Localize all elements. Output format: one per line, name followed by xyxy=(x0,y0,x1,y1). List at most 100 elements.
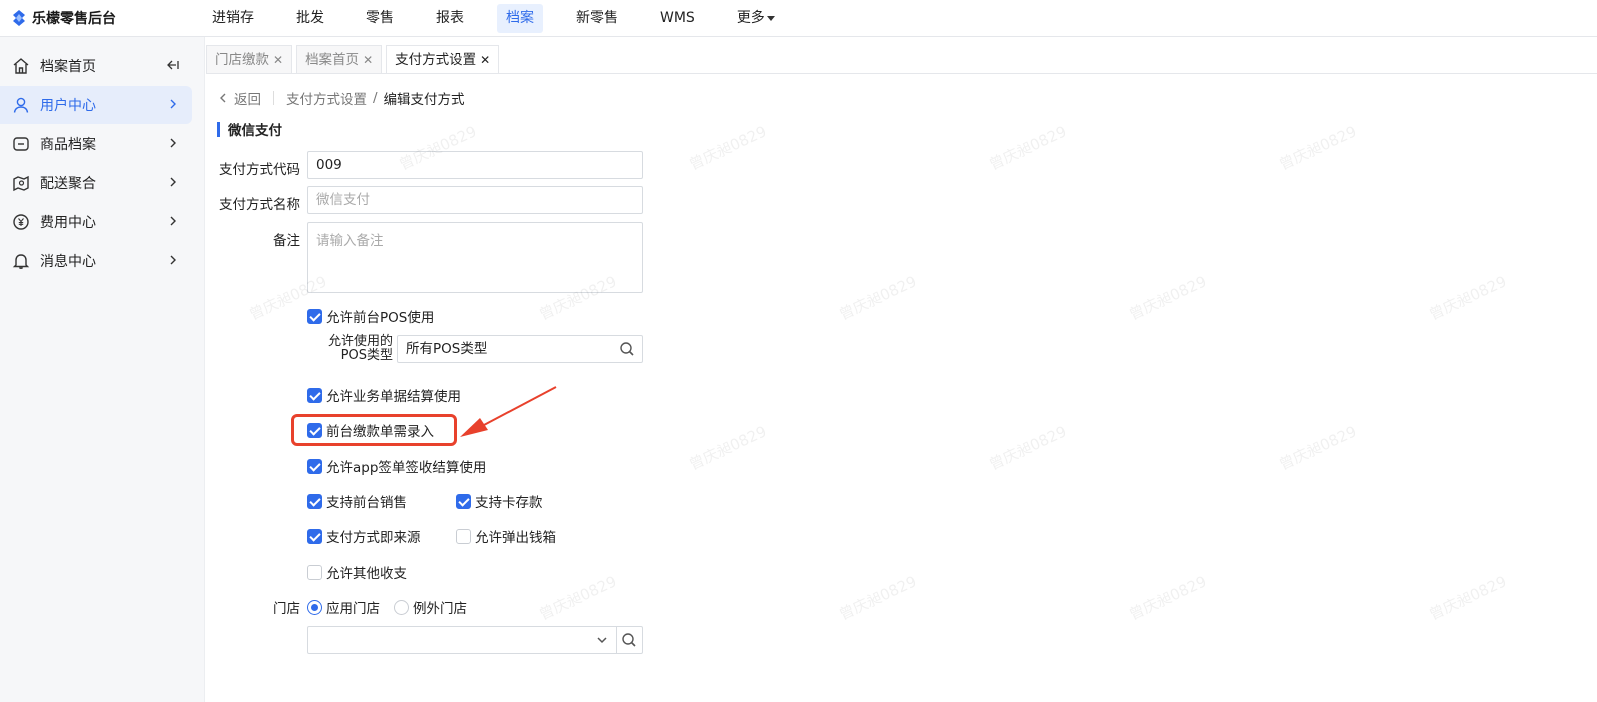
search-icon[interactable] xyxy=(619,341,635,357)
chevron-right-icon xyxy=(170,255,176,265)
other-income-checkbox[interactable]: 允许其他收支 xyxy=(307,562,407,582)
close-icon[interactable]: ✕ xyxy=(363,47,373,73)
delivery-icon xyxy=(13,175,29,192)
radio-label: 例外门店 xyxy=(413,601,467,617)
home-icon xyxy=(13,58,29,74)
search-icon[interactable] xyxy=(621,632,637,648)
front-sale-checkbox[interactable]: 支持前台销售 xyxy=(307,491,407,511)
chevron-down-icon[interactable] xyxy=(595,633,609,647)
watermark: 曾庆昶0829 xyxy=(1126,572,1210,624)
main-content: 门店缴款 ✕ 档案首页 ✕ 支付方式设置 ✕ 返回 支付方式设置 / 编辑支付方… xyxy=(206,37,1597,702)
store-except-radio[interactable]: 例外门店 xyxy=(394,597,467,617)
chevron-right-icon xyxy=(170,138,176,148)
pos-type-label: 允许使用的 POS类型 xyxy=(313,335,393,363)
watermark: 曾庆昶0829 xyxy=(1426,272,1510,324)
tab-archive-home[interactable]: 档案首页 ✕ xyxy=(296,45,383,73)
watermark: 曾庆昶0829 xyxy=(536,572,620,624)
close-icon[interactable]: ✕ xyxy=(480,47,490,73)
section-title-text: 微信支付 xyxy=(228,123,282,139)
watermark: 曾庆昶0829 xyxy=(1276,422,1360,474)
breadcrumb-divider xyxy=(273,91,274,105)
close-icon[interactable]: ✕ xyxy=(273,47,283,73)
caret-down-icon xyxy=(766,15,775,21)
checkbox-box[interactable] xyxy=(456,493,471,509)
pos-allowed-checkbox[interactable]: 允许前台POS使用 xyxy=(307,306,434,326)
checkbox-box[interactable] xyxy=(307,387,322,403)
nav-item-retail[interactable]: 零售 xyxy=(357,4,403,33)
nav-item-archives[interactable]: 档案 xyxy=(497,4,543,33)
remark-textarea[interactable] xyxy=(307,222,643,293)
instant-source-checkbox[interactable]: 支付方式即来源 xyxy=(307,526,421,546)
checkbox-box[interactable] xyxy=(307,458,322,474)
checkbox-label: 允许弹出钱箱 xyxy=(475,530,556,546)
tab-label: 门店缴款 xyxy=(215,51,269,68)
nav-item-wholesale[interactable]: 批发 xyxy=(287,4,333,33)
app-sign-checkbox[interactable]: 允许app签单签收结算使用 xyxy=(307,456,486,476)
app-title: 乐檬零售后台 xyxy=(32,11,116,27)
app-logo[interactable]: 乐檬零售后台 xyxy=(10,8,116,28)
tab-label: 档案首页 xyxy=(305,51,360,68)
radio-circle[interactable] xyxy=(307,599,322,615)
tab-label: 支付方式设置 xyxy=(395,51,477,68)
watermark: 曾庆昶0829 xyxy=(686,422,770,474)
section-accent-bar xyxy=(217,121,220,137)
watermark: 曾庆昶0829 xyxy=(1276,122,1360,174)
biz-doc-checkbox[interactable]: 允许业务单据结算使用 xyxy=(307,385,461,405)
annotation-highlight-box xyxy=(291,414,457,446)
sidebar-item-user-center[interactable]: 用户中心 xyxy=(0,86,192,124)
checkbox-label: 支持前台销售 xyxy=(326,495,407,511)
back-button[interactable]: 返回 xyxy=(218,88,261,108)
checkbox-box[interactable] xyxy=(307,528,322,544)
sidebar-item-message-center[interactable]: 消息中心 xyxy=(0,242,192,280)
nav-item-more[interactable]: 更多 xyxy=(728,4,784,33)
select-divider xyxy=(616,627,617,653)
pos-type-select[interactable]: 所有POS类型 xyxy=(397,335,643,363)
checkbox-box[interactable] xyxy=(456,528,471,544)
radio-label: 应用门店 xyxy=(326,601,380,617)
sidebar-item-delivery[interactable]: 配送聚合 xyxy=(0,164,192,202)
pos-type-label-line1: 允许使用的 xyxy=(327,334,393,349)
nav-more-label: 更多 xyxy=(736,10,765,26)
watermark: 曾庆昶0829 xyxy=(1126,272,1210,324)
breadcrumb-parent[interactable]: 支付方式设置 xyxy=(286,88,367,108)
checkbox-box[interactable] xyxy=(307,308,322,324)
checkbox-label: 支付方式即来源 xyxy=(326,530,421,546)
payment-name-input[interactable] xyxy=(307,186,643,214)
logo-icon xyxy=(13,10,25,26)
top-bar: 乐檬零售后台 进销存 批发 零售 报表 档案 新零售 WMS 更多 xyxy=(0,0,1597,37)
tab-store-payment[interactable]: 门店缴款 ✕ xyxy=(206,45,293,73)
page-tabs: 门店缴款 ✕ 档案首页 ✕ 支付方式设置 ✕ xyxy=(206,45,500,73)
checkbox-label: 允许业务单据结算使用 xyxy=(326,389,461,405)
chevron-left-icon xyxy=(220,93,226,103)
collapse-sidebar-icon[interactable] xyxy=(166,58,180,72)
nav-item-inventory[interactable]: 进销存 xyxy=(203,4,263,33)
chevron-right-icon xyxy=(170,177,176,187)
store-apply-radio[interactable]: 应用门店 xyxy=(307,597,380,617)
checkbox-box[interactable] xyxy=(307,564,322,580)
card-deposit-checkbox[interactable]: 支持卡存款 xyxy=(456,491,543,511)
sidebar-item-product-archive[interactable]: 商品档案 xyxy=(0,125,192,163)
pos-type-value: 所有POS类型 xyxy=(406,341,488,357)
checkbox-box[interactable] xyxy=(307,493,322,509)
top-nav: 进销存 批发 零售 报表 档案 新零售 WMS 更多 xyxy=(203,4,802,33)
checkbox-label: 允许前台POS使用 xyxy=(326,310,435,326)
product-icon xyxy=(13,137,29,151)
radio-circle[interactable] xyxy=(394,599,409,615)
nav-item-new-retail[interactable]: 新零售 xyxy=(567,4,627,33)
tabs-divider xyxy=(206,73,1597,74)
nav-item-reports[interactable]: 报表 xyxy=(427,4,473,33)
chevron-right-icon xyxy=(170,216,176,226)
sidebar-item-fee-center[interactable]: 费用中心 xyxy=(0,203,192,241)
checkbox-label: 允许app签单签收结算使用 xyxy=(326,460,487,476)
tab-payment-settings[interactable]: 支付方式设置 ✕ xyxy=(386,45,500,73)
nav-item-wms[interactable]: WMS xyxy=(651,4,704,33)
back-label: 返回 xyxy=(234,92,261,108)
cash-drawer-checkbox[interactable]: 允许弹出钱箱 xyxy=(456,526,556,546)
watermark: 曾庆昶0829 xyxy=(1426,572,1510,624)
store-select[interactable] xyxy=(307,626,643,654)
bell-icon xyxy=(12,254,30,269)
sidebar-item-archive-home[interactable]: 档案首页 xyxy=(0,47,192,85)
app-window: 乐檬零售后台 进销存 批发 零售 报表 档案 新零售 WMS 更多 档案首页 用… xyxy=(0,0,1597,702)
payment-code-input[interactable] xyxy=(307,151,643,179)
breadcrumb-current: 编辑支付方式 xyxy=(383,92,465,108)
